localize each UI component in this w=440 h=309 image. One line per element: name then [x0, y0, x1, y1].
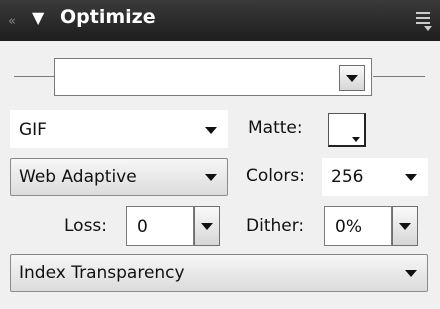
- dither-input[interactable]: 0%: [324, 206, 392, 246]
- triangle-down-icon[interactable]: ▼: [32, 8, 44, 27]
- dither-label: Dither:: [246, 216, 305, 236]
- optimize-panel: « ▼ Optimize GIF Matte: Web Adaptive Col…: [0, 0, 440, 309]
- loss-slider-button[interactable]: [194, 206, 220, 246]
- transparency-value: Index Transparency: [19, 263, 185, 283]
- colors-dropdown[interactable]: 256: [322, 158, 428, 196]
- divider-left: [14, 76, 54, 77]
- dither-slider-button[interactable]: [392, 206, 418, 246]
- palette-value: Web Adaptive: [19, 167, 137, 187]
- palette-dropdown[interactable]: Web Adaptive: [10, 158, 228, 196]
- saved-settings-dropdown[interactable]: [54, 58, 372, 96]
- chevron-down-icon: [405, 270, 417, 277]
- panel-grip-icon[interactable]: «: [8, 14, 16, 29]
- chevron-down-icon: [201, 223, 213, 230]
- export-format-value: GIF: [19, 120, 47, 140]
- divider-right: [373, 76, 425, 77]
- saved-settings-arrow-button[interactable]: [339, 65, 365, 91]
- transparency-dropdown[interactable]: Index Transparency: [10, 254, 428, 292]
- chevron-down-icon: [405, 174, 417, 181]
- panel-title-bar[interactable]: « ▼ Optimize: [0, 0, 440, 41]
- colors-label: Colors:: [246, 166, 305, 186]
- chevron-down-icon: [399, 223, 411, 230]
- panel-options-menu-icon[interactable]: [416, 9, 432, 31]
- colors-value: 256: [331, 167, 364, 187]
- panel-title: Optimize: [60, 6, 156, 28]
- chevron-down-icon: [346, 75, 358, 82]
- loss-value: 0: [137, 217, 148, 237]
- matte-color-swatch[interactable]: [328, 113, 366, 147]
- chevron-down-icon: [205, 174, 217, 181]
- chevron-down-icon: [205, 127, 217, 134]
- chevron-down-icon: [352, 137, 360, 142]
- loss-input[interactable]: 0: [126, 206, 194, 246]
- export-format-dropdown[interactable]: GIF: [10, 110, 228, 148]
- loss-label: Loss:: [64, 216, 108, 236]
- matte-label: Matte:: [248, 118, 303, 138]
- dither-value: 0%: [335, 217, 362, 237]
